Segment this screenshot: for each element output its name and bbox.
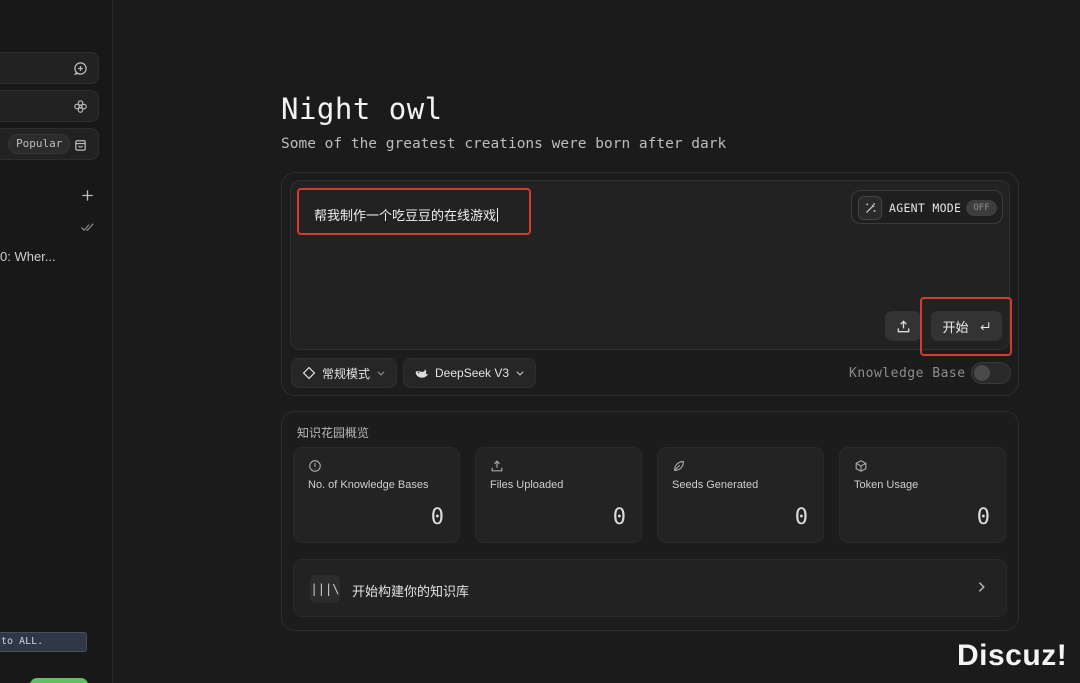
page-title: Night owl [281, 92, 443, 126]
flower-icon[interactable] [71, 97, 89, 115]
model-label: DeepSeek V3 [435, 366, 510, 380]
green-action-button[interactable] [30, 678, 88, 683]
stat-value: 0 [430, 505, 444, 530]
prompt-text: 帮我制作一个吃豆豆的在线游戏 [314, 208, 497, 223]
library-icon: |||\ [310, 575, 340, 603]
model-dropdown[interactable]: DeepSeek V3 [403, 358, 537, 388]
stat-card-knowledge-bases: No. of Knowledge Bases 0 [293, 447, 460, 543]
chevron-down-icon [377, 371, 385, 376]
chevron-right-icon [978, 582, 985, 592]
whale-icon [415, 368, 429, 378]
garden-title: 知识花园概览 [297, 426, 370, 440]
text-caret [497, 208, 499, 222]
mode-dropdown[interactable]: 常规模式 [291, 358, 398, 388]
mode-label: 常规模式 [322, 366, 371, 381]
chevron-down-icon [516, 371, 524, 376]
stat-card-token-usage: Token Usage 0 [839, 447, 1006, 543]
upload-icon [897, 319, 909, 332]
toggle-knob [974, 365, 990, 381]
notice-banner: to ALL. [0, 632, 87, 652]
page-subtitle: Some of the greatest creations were born… [281, 136, 727, 152]
stat-label: Token Usage [854, 479, 919, 491]
cube-icon [854, 459, 868, 473]
composer: 帮我制作一个吃豆豆的在线游戏 AGENT MODE OFF 开始 常规模式 De… [281, 172, 1019, 396]
popular-badge[interactable]: Popular [8, 134, 71, 154]
stat-value: 0 [976, 505, 990, 530]
watermark-logo: Discuz! [957, 639, 1068, 672]
knowledge-base-toggle[interactable] [971, 362, 1011, 384]
knowledge-base-label: Knowledge Base [849, 366, 966, 381]
plus-icon[interactable] [78, 186, 96, 204]
double-check-icon[interactable] [78, 217, 96, 235]
agent-mode-switch[interactable]: OFF [966, 200, 997, 216]
stat-card-files-uploaded: Files Uploaded 0 [475, 447, 642, 543]
stat-value: 0 [612, 505, 626, 530]
stat-card-seeds-generated: Seeds Generated 0 [657, 447, 824, 543]
seed-icon [672, 459, 686, 473]
stat-label: No. of Knowledge Bases [308, 479, 429, 491]
stat-label: Files Uploaded [490, 479, 564, 491]
start-highlight [920, 297, 1012, 356]
knowledge-garden-panel: 知识花园概览 No. of Knowledge Bases 0 Files Up… [281, 411, 1019, 631]
diamond-icon [302, 366, 316, 380]
upload-button[interactable] [885, 311, 921, 341]
sidebar: Popular 0: Wher... to ALL. [0, 0, 113, 683]
agent-mode-label: AGENT MODE [889, 201, 962, 215]
upload-icon [490, 459, 504, 473]
magic-wand-icon [858, 196, 882, 220]
chat-history-item[interactable]: 0: Wher... [0, 249, 56, 264]
agent-mode-toggle[interactable]: AGENT MODE OFF [851, 190, 1003, 224]
prompt-highlight: 帮我制作一个吃豆豆的在线游戏 [297, 188, 531, 235]
info-icon [308, 459, 322, 473]
build-knowledge-base-row[interactable]: |||\ 开始构建你的知识库 [293, 559, 1007, 617]
build-label: 开始构建你的知识库 [352, 584, 470, 599]
stat-label: Seeds Generated [672, 479, 759, 491]
new-chat-icon[interactable] [71, 59, 89, 77]
prompt-textarea[interactable]: 帮我制作一个吃豆豆的在线游戏 AGENT MODE OFF 开始 [290, 180, 1012, 356]
stat-value: 0 [794, 505, 808, 530]
shopping-bag-icon[interactable] [71, 135, 89, 153]
